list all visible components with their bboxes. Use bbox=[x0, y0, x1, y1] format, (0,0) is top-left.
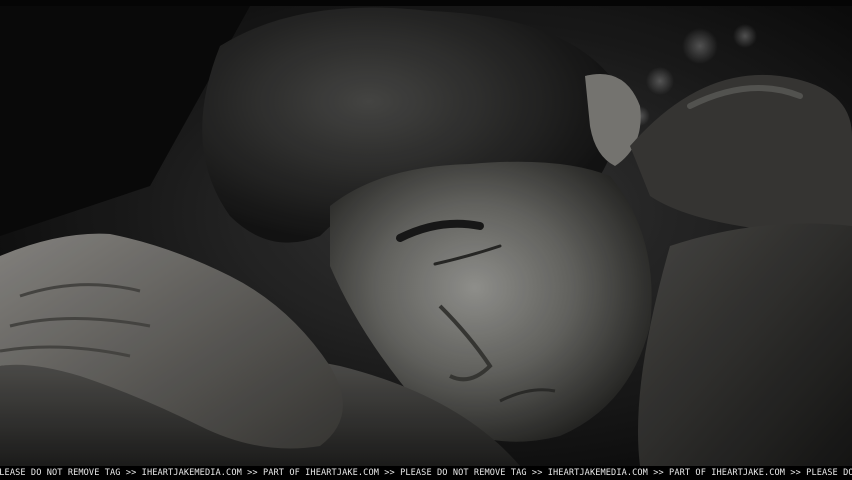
watermark-text: PLEASE DO NOT REMOVE TAG >> IHEARTJAKEME… bbox=[0, 468, 852, 478]
watermark-strip: PLEASE DO NOT REMOVE TAG >> IHEARTJAKEME… bbox=[0, 466, 852, 480]
video-frame: PLEASE DO NOT REMOVE TAG >> IHEARTJAKEME… bbox=[0, 0, 852, 480]
film-still bbox=[0, 6, 852, 466]
film-still-illustration bbox=[0, 6, 852, 466]
